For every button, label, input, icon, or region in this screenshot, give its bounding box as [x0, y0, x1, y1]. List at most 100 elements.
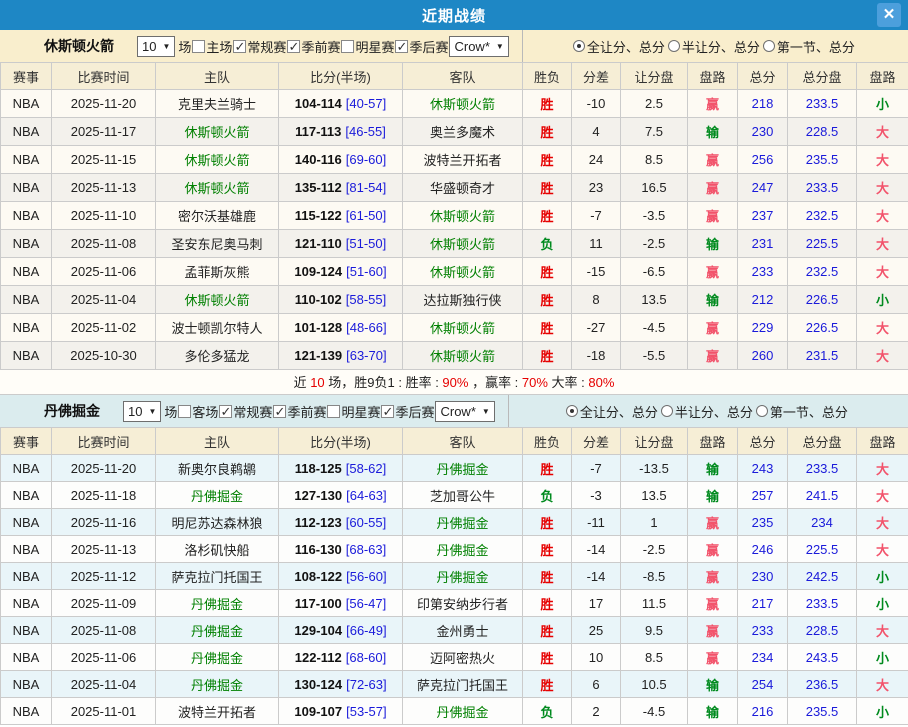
odds-type-radio[interactable]: 全让分、总分	[573, 37, 665, 56]
filter-checkbox[interactable]: 主场	[192, 37, 232, 56]
radio-unselected-icon[interactable]	[661, 405, 673, 417]
summary-segment: 近	[294, 375, 311, 390]
cell-handicap-line: 9.5	[621, 617, 688, 644]
filter-checkbox[interactable]: ✓常规赛	[233, 37, 286, 56]
column-header: 赛事	[1, 63, 52, 90]
cell-total-result: 大	[857, 671, 908, 698]
radio-unselected-icon[interactable]	[668, 40, 680, 52]
cell-league: NBA	[1, 644, 52, 671]
cell-point-diff: 17	[572, 590, 621, 617]
radio-selected-icon[interactable]	[566, 405, 578, 417]
half-time-score: [63-70]	[346, 348, 386, 363]
filter-checkbox[interactable]: 明星赛	[341, 37, 394, 56]
odds-type-radio[interactable]: 第一节、总分	[756, 402, 848, 421]
team-filter-bar: 休斯顿火箭10▼场主场✓常规赛✓季前赛明星赛✓季后赛Crow*▼全让分、总分半让…	[0, 30, 908, 62]
column-header: 比赛时间	[52, 63, 156, 90]
final-score: 118-125	[295, 461, 342, 476]
final-score: 135-112	[295, 180, 342, 195]
filter-checkbox[interactable]: ✓季前赛	[287, 37, 340, 56]
summary-segment: 场，胜9负1 : 胜率 :	[325, 375, 443, 390]
cell-total-line: 226.5	[788, 314, 857, 342]
checkbox-checked-icon[interactable]: ✓	[395, 40, 408, 53]
column-header: 总分	[738, 63, 788, 90]
checkbox-unchecked-icon[interactable]	[192, 40, 205, 53]
checkbox-unchecked-icon[interactable]	[327, 405, 340, 418]
checkbox-unchecked-icon[interactable]	[341, 40, 354, 53]
filter-checkbox[interactable]: ✓常规赛	[219, 402, 272, 421]
filter-checkbox[interactable]: ✓季后赛	[395, 37, 448, 56]
cell-handicap-result: 输	[688, 455, 738, 482]
cell-home-team: 休斯顿火箭	[156, 118, 279, 146]
chevron-down-icon: ▼	[482, 407, 490, 416]
games-count-select[interactable]: 10 ▼	[137, 36, 175, 57]
cell-total-line: 225.5	[788, 536, 857, 563]
cell-result: 胜	[523, 146, 572, 174]
cell-handicap-line: 7.5	[621, 118, 688, 146]
cell-home-team: 多伦多猛龙	[156, 342, 279, 370]
checkbox-label: 季后赛	[395, 402, 434, 421]
cell-total-points: 237	[738, 202, 788, 230]
odds-type-radio-group: 全让分、总分半让分、总分第一节、总分	[522, 30, 908, 62]
half-time-score: [81-54]	[346, 180, 386, 195]
cell-result: 胜	[523, 286, 572, 314]
odds-type-radio[interactable]: 半让分、总分	[661, 402, 753, 421]
cell-handicap-line: -2.5	[621, 230, 688, 258]
team-name: 丹佛掘金	[44, 401, 100, 421]
filter-checkbox[interactable]: 明星赛	[327, 402, 380, 421]
cell-total-points: 231	[738, 230, 788, 258]
cell-date: 2025-11-20	[52, 90, 156, 118]
half-time-score: [46-55]	[345, 124, 385, 139]
cell-total-line: 233.5	[788, 174, 857, 202]
filter-checkbox[interactable]: ✓季前赛	[273, 402, 326, 421]
final-score: 109-107	[294, 704, 342, 719]
checkbox-checked-icon[interactable]: ✓	[273, 405, 286, 418]
chevron-down-icon: ▼	[162, 42, 170, 51]
checkbox-checked-icon[interactable]: ✓	[381, 405, 394, 418]
filter-checkbox[interactable]: ✓季后赛	[381, 402, 434, 421]
cell-handicap-line: 10.5	[621, 671, 688, 698]
bookmaker-select[interactable]: Crow*▼	[435, 401, 494, 422]
table-row: NBA2025-11-12萨克拉门托国王108-122[56-60]丹佛掘金胜-…	[1, 563, 908, 590]
odds-type-radio[interactable]: 第一节、总分	[763, 37, 855, 56]
final-score: 127-130	[294, 488, 342, 503]
cell-total-result: 大	[857, 258, 908, 286]
odds-type-radio[interactable]: 全让分、总分	[566, 402, 658, 421]
cell-handicap-result: 赢	[688, 644, 738, 671]
final-score: 108-122	[294, 569, 342, 584]
table-row: NBA2025-11-06丹佛掘金122-112[68-60]迈阿密热火胜108…	[1, 644, 908, 671]
cell-handicap-result: 赢	[688, 563, 738, 590]
radio-unselected-icon[interactable]	[756, 405, 768, 417]
checkbox-checked-icon[interactable]: ✓	[219, 405, 232, 418]
radio-selected-icon[interactable]	[573, 40, 585, 52]
cell-away-team: 休斯顿火箭	[403, 230, 523, 258]
checkbox-label: 客场	[192, 402, 218, 421]
cell-total-points: 243	[738, 455, 788, 482]
games-count-value: 10	[142, 39, 156, 54]
cell-total-line: 231.5	[788, 342, 857, 370]
close-icon[interactable]: ✕	[877, 3, 901, 27]
filter-checkbox[interactable]: 客场	[178, 402, 218, 421]
cell-result: 胜	[523, 314, 572, 342]
checkbox-checked-icon[interactable]: ✓	[233, 40, 246, 53]
cell-home-team: 丹佛掘金	[156, 644, 279, 671]
final-score: 117-113	[295, 124, 341, 139]
cell-total-points: 247	[738, 174, 788, 202]
cell-away-team: 萨克拉门托国王	[403, 671, 523, 698]
games-count-select[interactable]: 10▼	[123, 401, 161, 422]
cell-result: 胜	[523, 590, 572, 617]
odds-type-radio[interactable]: 半让分、总分	[668, 37, 760, 56]
cell-away-team: 印第安纳步行者	[403, 590, 523, 617]
cell-league: NBA	[1, 617, 52, 644]
cell-handicap-result: 赢	[688, 342, 738, 370]
bookmaker-select[interactable]: Crow*▼	[449, 36, 508, 57]
cell-point-diff: -3	[572, 482, 621, 509]
checkbox-label: 明星赛	[341, 402, 380, 421]
checkbox-checked-icon[interactable]: ✓	[287, 40, 300, 53]
table-row: NBA2025-11-16明尼苏达森林狼112-123[60-55]丹佛掘金胜-…	[1, 509, 908, 536]
radio-unselected-icon[interactable]	[763, 40, 775, 52]
column-header: 总分盘	[788, 428, 857, 455]
cell-total-line: 232.5	[788, 258, 857, 286]
checkbox-unchecked-icon[interactable]	[178, 405, 191, 418]
summary-row: 近 10 场，胜9负1 : 胜率 : 90% ，赢率 : 70% 大率 : 80…	[0, 370, 908, 395]
column-header: 客队	[403, 63, 523, 90]
